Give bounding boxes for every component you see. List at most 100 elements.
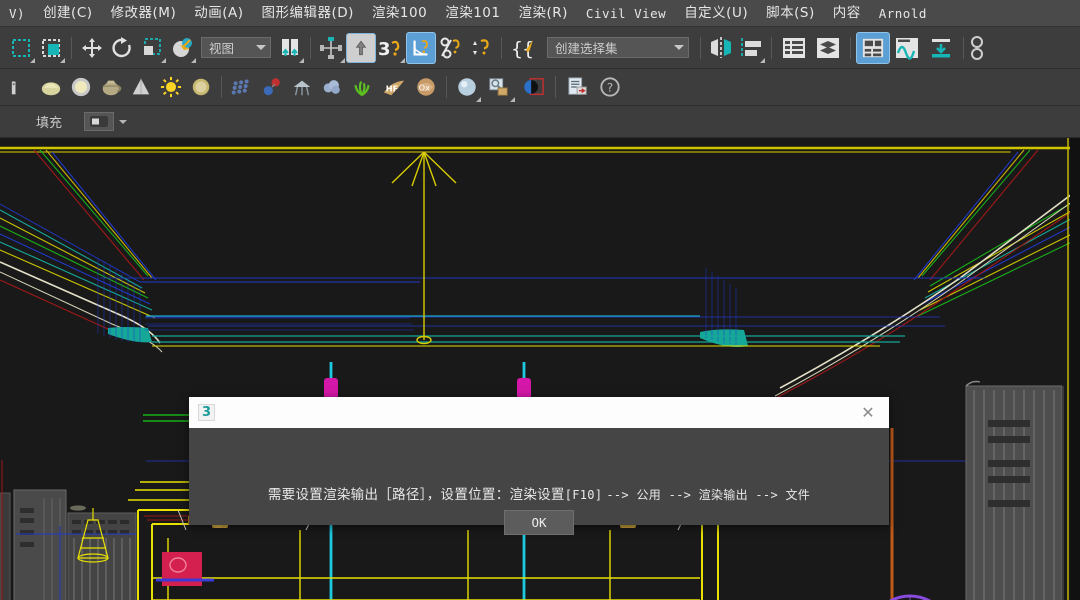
max-logo-icon: 3 [198,404,215,421]
toolbar-separator [850,36,851,59]
menu-item-render-101[interactable]: 渲染101 [436,0,509,27]
bind-to-space-warp-button[interactable]: 3 [376,32,406,64]
hair-and-fur-button[interactable]: HF [377,71,411,103]
teapot-primitive-button[interactable] [96,71,126,103]
menu-item-customize[interactable]: 自定义(U) [675,0,757,27]
main-toolbar: 视图 3 {{ 创建 [0,27,1080,69]
named-selection-sets-button[interactable]: {{ [507,32,541,64]
toolbar-separator [963,36,964,59]
select-region-button[interactable] [36,32,66,64]
align-button[interactable] [736,32,766,64]
menu-item-render-100[interactable]: 渲染100 [363,0,436,27]
dialog-message-part2: --> 公用 --> 渲染输出 --> 文件 [606,488,811,502]
toolbar-separator [700,36,701,59]
grass-object-button[interactable] [347,71,377,103]
flyout-corner-icon [191,57,196,63]
layer-explorer-button[interactable] [777,32,811,64]
named-selection-set-value: 创建选择集 [555,41,618,56]
close-icon[interactable]: ✕ [857,402,879,424]
schematic-view-button[interactable] [924,32,958,64]
flyout-corner-icon [510,97,515,102]
flyout-corner-icon [161,57,166,63]
unlink-selection-button[interactable] [346,32,376,63]
use-pivot-point-center-button[interactable] [275,32,305,64]
toolbar-separator [446,76,447,98]
toolbar-separator [771,36,772,59]
menu-item-modifiers[interactable]: 修改器(M) [102,0,186,27]
extra-options-button[interactable] [969,32,985,64]
flyout-corner-icon [340,57,345,63]
ox-shell-button[interactable]: Ox [411,71,441,103]
dialog-body: 需要设置渲染输出［路径］，设置位置：渲染设置[F10] --> 公用 --> 渲染… [189,428,889,535]
flyout-corner-icon [760,57,765,63]
dialog-message: 需要设置渲染输出［路径］，设置位置：渲染设置[F10] --> 公用 --> 渲染… [268,483,810,503]
named-selection-set-dropdown[interactable]: 创建选择集 [547,37,689,58]
select-and-link-button[interactable] [316,32,346,64]
sunlight-system-button[interactable] [156,71,186,103]
toggle-ribbon-button[interactable] [856,31,890,64]
percent-snap-toggle-button[interactable] [436,32,466,64]
flyout-corner-icon [400,57,405,63]
fill-mode-swatch[interactable] [84,112,115,131]
rendered-frame-window-button[interactable] [36,71,66,103]
menu-item-content[interactable]: 内容 [824,0,870,27]
scene-explorer-button[interactable] [811,32,845,64]
select-and-place-button[interactable] [167,32,197,64]
mirror-button[interactable] [706,32,736,64]
select-and-scale-button[interactable] [137,32,167,64]
render-production-button[interactable] [66,71,96,103]
reference-coordinate-dropdown[interactable]: 视图 [201,37,271,58]
material-editor-button[interactable] [516,71,550,103]
ok-button[interactable]: OK [504,510,574,535]
toolbar-separator [501,36,502,59]
flyout-corner-icon [299,57,304,63]
render-output-warning-dialog[interactable]: 3 ✕ 需要设置渲染输出［路径］，设置位置：渲染设置[F10] --> 公用 --… [189,397,889,535]
svg-text:HF: HF [386,84,399,94]
menu-item-arnold[interactable]: Arnold [870,0,936,27]
toolbar-separator [310,36,311,59]
angle-snap-toggle-button[interactable] [406,31,436,64]
help-button[interactable]: ? [595,71,625,103]
svg-text:Ox: Ox [419,83,430,93]
toolbar-separator [221,76,222,98]
sphere-gold-button[interactable] [186,71,216,103]
menu-bar: V) 创建(C) 修改器(M) 动画(A) 图形编辑器(D) 渲染100 渲染1… [0,0,1080,27]
chevron-down-icon[interactable] [119,119,128,124]
menu-item-animation[interactable]: 动画(A) [185,0,252,27]
menu-item-graph-editors[interactable]: 图形编辑器(D) [253,0,363,27]
chevron-down-icon [674,45,684,50]
spinner-snap-toggle-button[interactable] [466,32,496,64]
flyout-corner-icon [476,97,481,102]
svg-text:3: 3 [378,39,391,60]
dialog-message-part1: 需要设置渲染输出［路径］，设置位置：渲染设置 [267,487,565,503]
reference-coordinate-value: 视图 [209,41,235,56]
material-sphere-button[interactable] [452,71,482,103]
molecule-helper-button[interactable] [257,71,287,103]
flyout-corner-icon [30,57,35,63]
menu-item-rendering[interactable]: 渲染(R) [510,0,577,27]
fill-label: 填充 [36,116,63,131]
svg-text:?: ? [607,81,613,95]
menu-item-scripting[interactable]: 脚本(S) [757,0,824,27]
render-message-log-button[interactable] [561,71,595,103]
menu-item-create[interactable]: 创建(C) [34,0,101,27]
material-browser-button[interactable] [482,71,516,103]
dialog-title-bar: 3 ✕ [189,397,889,428]
camera-tripod-button[interactable] [287,71,317,103]
select-and-move-button[interactable] [77,32,107,64]
cloud-object-button[interactable] [317,71,347,103]
cone-primitive-button[interactable] [126,71,156,103]
select-object-button[interactable] [6,32,36,64]
particle-array-button[interactable] [227,71,257,103]
chevron-down-icon [256,45,266,50]
menu-item-civil-view[interactable]: Civil View [577,0,675,27]
toolbar-separator [71,36,72,59]
render-setup-button[interactable] [6,71,36,103]
dialog-message-key: [F10] [564,488,603,502]
menu-item-v[interactable]: V) [0,0,34,27]
select-and-rotate-button[interactable] [107,32,137,64]
toolbar-separator [555,76,556,98]
flyout-corner-icon [60,57,65,63]
curve-editor-button[interactable] [890,32,924,64]
ribbon-fill-bar: 填充 [0,106,1080,138]
